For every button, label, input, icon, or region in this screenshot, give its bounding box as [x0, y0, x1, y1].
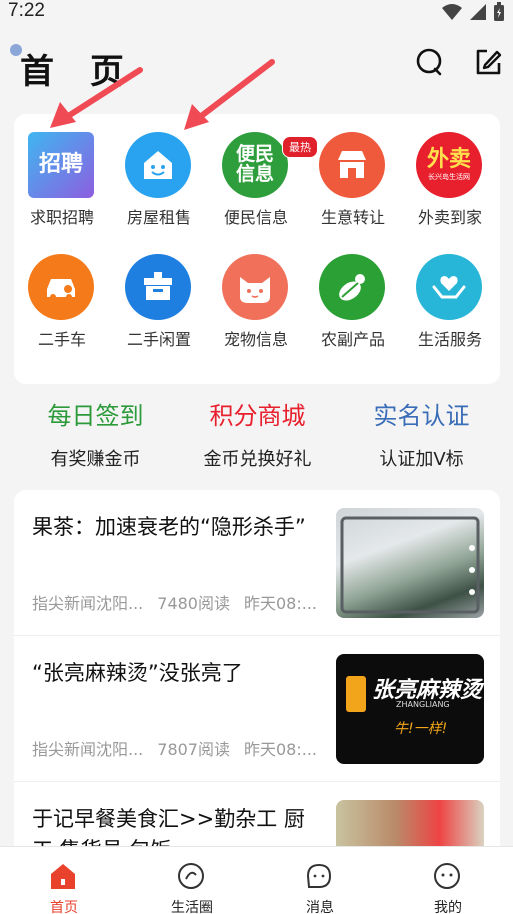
quick-points-mall[interactable]: 积分商城 金币兑换好礼 [172, 396, 343, 471]
edit-icon[interactable] [472, 46, 504, 78]
grid-label: 生意转让 [320, 208, 385, 227]
news-thumbnail [336, 508, 484, 618]
grid-item-pet[interactable]: 宠物信息 [208, 236, 304, 349]
car-icon [28, 254, 94, 320]
grid-label: 求职招聘 [29, 208, 94, 227]
search-icon[interactable] [414, 46, 446, 78]
quick-verify[interactable]: 实名认证 认证加V标 [336, 396, 507, 471]
tab-messages[interactable]: 消息 [256, 847, 384, 914]
grid-item-secondhand[interactable]: 二手闲置 [111, 236, 207, 349]
news-thumbnail: 张亮麻辣烫 ZHANGLIANG 牛!一样! [336, 654, 484, 764]
bottom-tab-bar: 首页 生活圈 消息 我的 [0, 846, 513, 914]
grid-item-takeout[interactable]: 外卖 长兴岛生活网 外卖到家 [402, 114, 498, 227]
profile-icon [434, 863, 460, 889]
grid-item-shop[interactable]: 生意转让 [305, 114, 401, 227]
tab-profile[interactable]: 我的 [384, 847, 512, 914]
grid-item-house[interactable]: 房屋租售 [111, 114, 207, 227]
quick-actions: 每日签到 有奖赚金币 积分商城 金币兑换好礼 实名认证 认证加V标 [0, 396, 513, 476]
status-icons [441, 2, 505, 22]
grid-item-info[interactable]: 便民 信息 便民信息 [208, 114, 304, 227]
header: 首 页 [0, 36, 513, 96]
grid-label: 房屋租售 [126, 208, 191, 227]
tab-home[interactable]: 首页 [0, 847, 128, 914]
tab-life-circle[interactable]: 生活圈 [128, 847, 256, 914]
shop-icon [319, 132, 385, 198]
brand-sub: ZHANGLIANG [396, 700, 450, 709]
grid-item-car[interactable]: 二手车 [14, 236, 110, 349]
life-circle-icon [178, 863, 204, 889]
news-title: “张亮麻辣烫”没张亮了 [32, 661, 243, 685]
category-grid: 招聘 求职招聘 房屋租售 便民 信息 便民信息 最热 生意转让 外卖 长兴岛生活… [14, 114, 500, 384]
news-meta: 指尖新闻沈阳... 7480阅读 昨天08:... [32, 594, 318, 613]
grid-label: 外卖到家 [417, 208, 482, 227]
brand-slogan: 牛!一样! [394, 721, 448, 737]
grid-label: 二手闲置 [126, 330, 191, 349]
wifi-icon [442, 4, 462, 20]
signal-icon [470, 4, 486, 20]
battery-icon [494, 2, 504, 21]
news-item[interactable]: “张亮麻辣烫”没张亮了 指尖新闻沈阳... 7807阅读 昨天08:... 张亮麻辣… [14, 636, 500, 782]
status-time: 7:22 [8, 0, 45, 21]
status-bar: 7:22 [0, 0, 513, 28]
home-icon [51, 864, 75, 889]
grid-label: 生活服务 [417, 330, 482, 349]
house-icon [125, 132, 191, 198]
page-title: 首 页 [20, 52, 136, 92]
cat-icon [222, 254, 288, 320]
news-meta: 指尖新闻沈阳... 7807阅读 昨天08:... [32, 740, 318, 759]
news-item[interactable]: 果茶：加速衰老的“隐形杀手” 指尖新闻沈阳... 7480阅读 昨天08:... [14, 490, 500, 636]
grid-item-recruit[interactable]: 招聘 求职招聘 [14, 114, 110, 227]
message-icon [306, 863, 332, 888]
grid-item-agri[interactable]: 农副产品 [305, 236, 401, 349]
grid-label: 宠物信息 [223, 330, 288, 349]
recruit-icon: 招聘 [28, 132, 94, 198]
box-icon [125, 254, 191, 320]
news-list: 果茶：加速衰老的“隐形杀手” 指尖新闻沈阳... 7480阅读 昨天08:... “… [14, 490, 500, 870]
grid-label: 农副产品 [320, 330, 385, 349]
brand-logo-mark [346, 676, 366, 712]
vegetable-icon [319, 254, 385, 320]
grid-item-service[interactable]: 生活服务 [402, 236, 498, 349]
care-hands-icon [416, 254, 482, 320]
info-icon: 便民 信息 [222, 132, 288, 198]
grid-label: 便民信息 [223, 208, 288, 227]
news-title: 果茶：加速衰老的“隐形杀手” [32, 515, 306, 539]
takeout-icon: 外卖 长兴岛生活网 [416, 132, 482, 198]
quick-checkin[interactable]: 每日签到 有奖赚金币 [10, 396, 181, 471]
grid-label: 二手车 [37, 330, 86, 349]
